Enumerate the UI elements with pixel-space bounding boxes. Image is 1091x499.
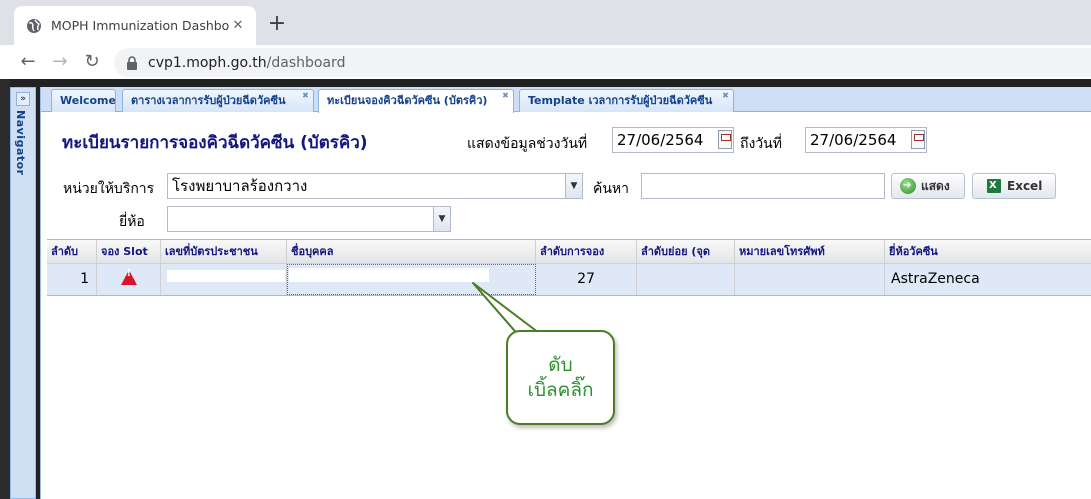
date-to-label: ถึงวันที่ bbox=[740, 136, 782, 152]
excel-icon bbox=[987, 179, 1001, 193]
brand-label: ยี่ห้อ bbox=[119, 214, 145, 230]
date-to-field[interactable]: 27/06/2564 bbox=[805, 127, 927, 153]
cell-booking-no: 27 bbox=[536, 264, 637, 295]
new-tab-button[interactable]: + bbox=[266, 13, 288, 35]
back-icon[interactable]: ← bbox=[16, 50, 40, 74]
cell-phone bbox=[735, 264, 885, 295]
close-tab-icon[interactable]: ✖ bbox=[301, 92, 310, 101]
col-header-cid[interactable]: เลขที่บัตรประชาชน bbox=[161, 240, 287, 264]
col-header-phone[interactable]: หมายเลขโทรศัพท์ bbox=[735, 240, 885, 264]
close-tab-icon[interactable]: ✖ bbox=[501, 92, 510, 101]
table-row[interactable]: 1 ! 27 AstraZeneca bbox=[47, 264, 1091, 296]
left-edge bbox=[0, 79, 10, 499]
reload-icon[interactable]: ↻ bbox=[80, 50, 104, 74]
url-text: cvp1.moph.go.th/dashboard bbox=[148, 54, 346, 71]
col-header-brand[interactable]: ยี่ห้อวัคซีน bbox=[885, 240, 1091, 264]
main-panel: Welcome ตารางเวลาการรับผู้ป่วยฉีดวัคซีน … bbox=[40, 87, 1091, 499]
close-tab-icon[interactable]: ✖ bbox=[721, 92, 730, 101]
excel-button[interactable]: Excel bbox=[972, 173, 1056, 199]
redacted-name bbox=[289, 268, 489, 282]
col-header-sub-no[interactable]: ลำดับย่อย (จุด bbox=[637, 240, 735, 264]
tab-vaccine-schedule[interactable]: ตารางเวลาการรับผู้ป่วยฉีดวัคซีน ✖ bbox=[122, 89, 314, 112]
address-bar[interactable]: cvp1.moph.go.th/dashboard bbox=[114, 48, 1091, 77]
browser-toolbar: ← → ↻ cvp1.moph.go.th/dashboard bbox=[0, 45, 1091, 79]
date-from-field[interactable]: 27/06/2564 bbox=[612, 127, 734, 153]
cell-sub-no bbox=[637, 264, 735, 295]
navigator-label: Navigator bbox=[14, 110, 27, 176]
unit-select[interactable]: โรงพยาบาลร้องกวาง ▼ bbox=[167, 173, 583, 199]
unit-label: หน่วยให้บริการ bbox=[63, 181, 155, 197]
show-button[interactable]: แสดง bbox=[891, 173, 965, 199]
calendar-icon[interactable] bbox=[911, 130, 925, 149]
double-click-callout: ดับ เบิ้ลคลิ๊ก bbox=[506, 330, 615, 425]
col-header-booking-no[interactable]: ลำดับการจอง bbox=[536, 240, 637, 264]
callout-line-2: เบิ้ลคลิ๊ก bbox=[527, 378, 594, 401]
unit-value: โรงพยาบาลร้องกวาง bbox=[172, 177, 308, 195]
form-title: ทะเบียนรายการจองคิวฉีดวัคซีน (บัตรคิว) bbox=[62, 133, 368, 153]
page-content: » Navigator Welcome ตารางเวลาการรับผู้ป่… bbox=[0, 79, 1091, 499]
chevron-down-icon[interactable]: ▼ bbox=[433, 207, 450, 231]
expand-navigator-icon[interactable]: » bbox=[16, 92, 30, 106]
forward-icon[interactable]: → bbox=[48, 50, 72, 74]
cell-brand: AstraZeneca bbox=[891, 271, 980, 287]
go-icon bbox=[900, 178, 916, 194]
tab-template-schedule[interactable]: Template เวลาการรับผู้ป่วยฉีดวัคซีน ✖ bbox=[519, 89, 734, 112]
navigator-panel[interactable]: » Navigator bbox=[10, 87, 36, 499]
lock-icon bbox=[127, 55, 137, 70]
cell-slot: ! bbox=[97, 264, 161, 295]
close-icon[interactable]: ✕ bbox=[230, 18, 246, 33]
tab-strip: Welcome ตารางเวลาการรับผู้ป่วยฉีดวัคซีน … bbox=[41, 87, 1091, 113]
warning-icon: ! bbox=[120, 264, 137, 295]
search-input[interactable] bbox=[641, 173, 885, 199]
browser-tab[interactable]: MOPH Immunization Dashboard ✕ bbox=[14, 6, 256, 45]
cell-no: 1 bbox=[47, 264, 97, 295]
col-header-no[interactable]: ลำดับ bbox=[47, 240, 97, 264]
search-label: ค้นหา bbox=[593, 181, 630, 197]
brand-select[interactable]: ▼ bbox=[167, 206, 451, 232]
search-text[interactable] bbox=[646, 175, 884, 198]
chevron-down-icon[interactable]: ▼ bbox=[565, 174, 582, 198]
globe-icon bbox=[27, 18, 41, 33]
date-from-value: 27/06/2564 bbox=[617, 131, 704, 149]
date-to-value: 27/06/2564 bbox=[810, 131, 897, 149]
browser-tabbar: MOPH Immunization Dashboard ✕ + bbox=[0, 0, 1091, 45]
calendar-icon[interactable] bbox=[718, 130, 732, 149]
col-header-name[interactable]: ชื่อบุคคล bbox=[287, 240, 536, 264]
callout-line-1: ดับ bbox=[548, 353, 573, 376]
date-range-label: แสดงข้อมูลช่วงวันที่ bbox=[467, 136, 588, 152]
tab-queue-register[interactable]: ทะเบียนจองคิวฉีดวัคซีน (บัตรคิว) ✖ bbox=[318, 89, 514, 113]
redacted-cid bbox=[167, 270, 285, 282]
browser-tab-title: MOPH Immunization Dashboard bbox=[51, 18, 230, 33]
col-header-slot[interactable]: จอง Slot bbox=[97, 240, 161, 264]
tab-welcome[interactable]: Welcome bbox=[51, 89, 116, 112]
grid-header: ลำดับ จอง Slot เลขที่บัตรประชาชน ชื่อบุค… bbox=[47, 240, 1091, 264]
